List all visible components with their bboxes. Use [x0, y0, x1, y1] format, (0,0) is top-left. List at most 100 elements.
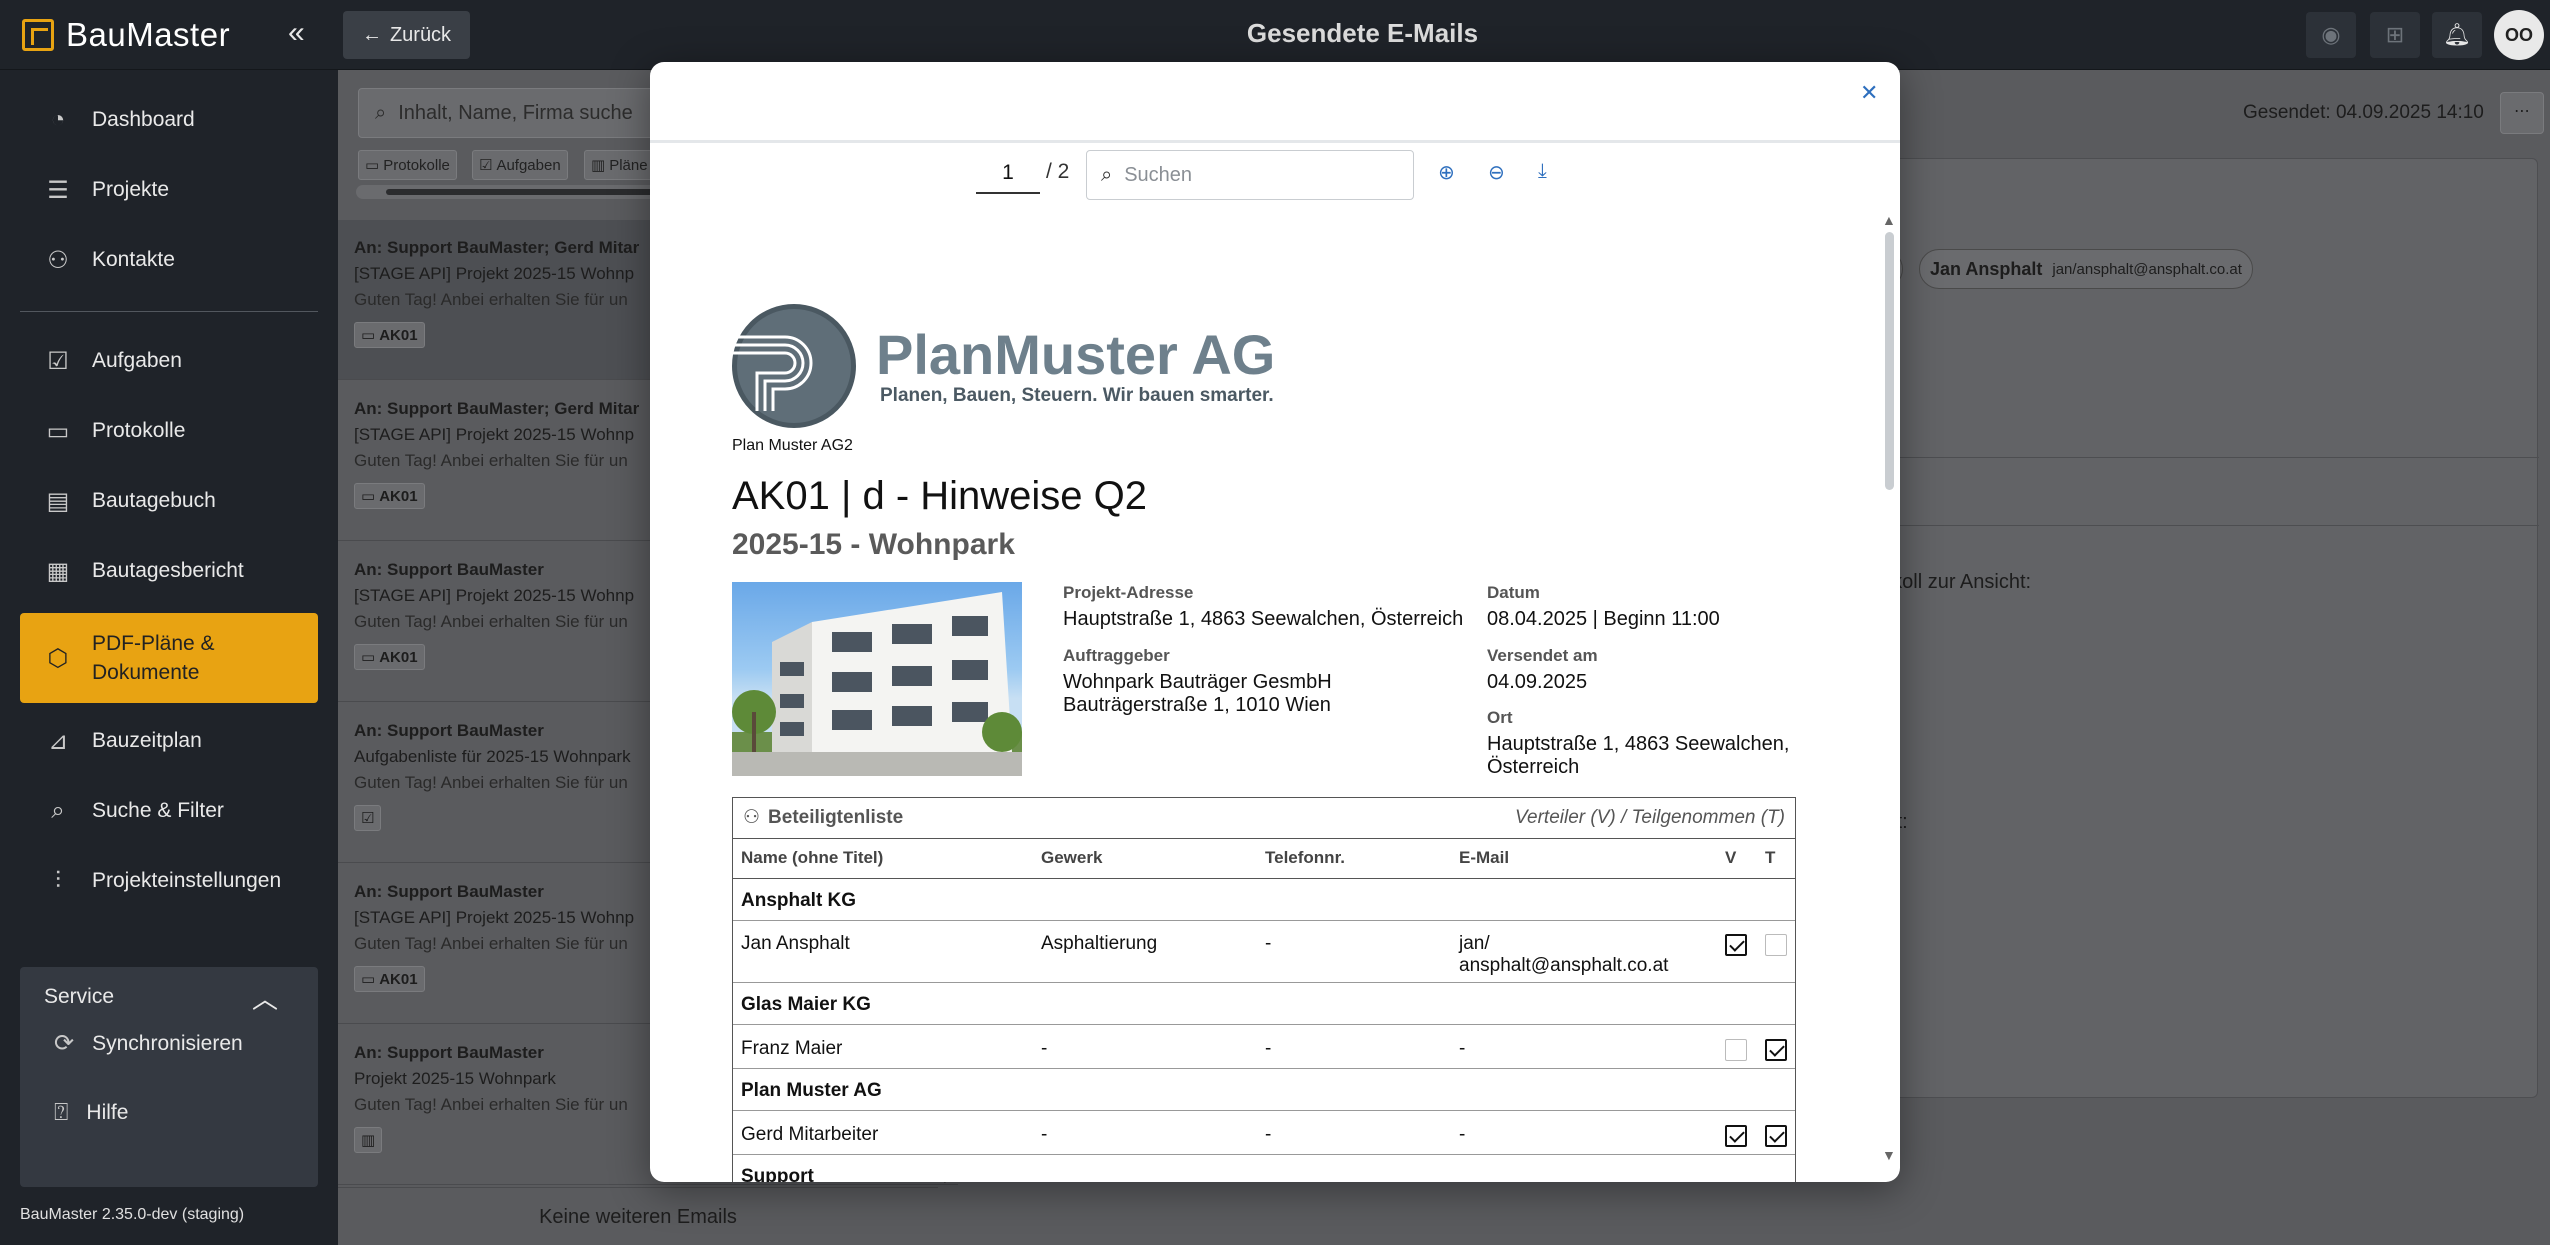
- back-button[interactable]: ← Zurück: [343, 11, 470, 59]
- sidebar-item-projekteinstellungen[interactable]: ⫶ Projekteinstellungen: [20, 852, 318, 910]
- pdf-scrollbar[interactable]: ▲ ▼: [1882, 212, 1896, 1167]
- filter-chip-aufgaben[interactable]: ☑ Aufgaben: [472, 150, 568, 180]
- date-label: Datum: [1487, 583, 1540, 602]
- scrollbar-thumb[interactable]: [1885, 232, 1894, 490]
- email-tag: ▥: [354, 1127, 383, 1153]
- participants-table-header: ⚇ Beteiligtenliste Verteiler (V) / Teilg…: [733, 798, 1795, 839]
- service-item-label: Synchronisieren: [92, 1031, 243, 1055]
- search-icon: ⌕: [1101, 163, 1113, 186]
- row-divider: [733, 1154, 1795, 1155]
- filter-chip-plaene[interactable]: ▥ Pläne: [584, 150, 655, 180]
- service-header[interactable]: Service: [44, 985, 114, 1009]
- email-tag: ▭ AK01: [354, 966, 425, 992]
- page-number-input[interactable]: 1: [976, 152, 1040, 194]
- pdf-search-input[interactable]: ⌕ Suchen: [1086, 150, 1414, 200]
- sidebar-item-bauzeitplan[interactable]: ⊿ Bauzeitplan: [20, 712, 318, 770]
- email-body-text: okoll zur Ansicht:: [1881, 571, 2032, 593]
- email-search-placeholder: Inhalt, Name, Firma suche: [398, 101, 633, 124]
- bell-icon[interactable]: 🔔︎: [2432, 12, 2482, 58]
- service-panel: Service ︿ ⟳ Synchronisieren ⍰ Hilfe: [20, 967, 318, 1187]
- recipient-email: jan/ansphalt@ansphalt.co.at: [2052, 260, 2242, 278]
- scroll-down-arrow-icon[interactable]: ▼: [1882, 1147, 1896, 1163]
- filter-chip-protokolle[interactable]: ▭ Protokolle: [358, 150, 457, 180]
- sidebar: ◔ Dashboard ☰ Projekte ⚇ Kontakte ☑ Aufg…: [0, 70, 338, 1245]
- participant-email: -: [1459, 1038, 1466, 1059]
- sidebar-item-dashboard[interactable]: ◔ Dashboard: [20, 91, 318, 149]
- collapse-sidebar-icon[interactable]: «: [288, 18, 305, 48]
- search-document-icon: ⌕: [51, 797, 65, 824]
- service-item-synchronisieren[interactable]: ⟳ Synchronisieren: [54, 1029, 243, 1058]
- search-icon: ⌕: [375, 101, 387, 124]
- upload-photo-icon[interactable]: ⊞: [2370, 12, 2420, 58]
- participants-title: ⚇ Beteiligtenliste: [743, 806, 903, 829]
- recipient-chip[interactable]: Jan Ansphalt jan/ansphalt@ansphalt.co.at: [1919, 249, 2253, 289]
- email-tag-label: AK01: [379, 648, 418, 666]
- column-header-trade: Gewerk: [1041, 848, 1103, 867]
- baumaster-logo-icon: [22, 19, 54, 51]
- sent-date-value: 04.09.2025: [1487, 671, 1588, 693]
- chevron-up-icon[interactable]: ︿: [252, 979, 278, 1016]
- sidebar-item-aufgaben[interactable]: ☑ Aufgaben: [20, 332, 318, 390]
- participant-email: jan/: [1459, 933, 1490, 954]
- row-divider: [733, 982, 1795, 983]
- document-icon: ▤: [46, 487, 70, 515]
- list-icon: ☰: [47, 176, 69, 204]
- clipboard-icon: ▭: [365, 157, 380, 174]
- column-header-name: Name (ohne Titel): [741, 848, 884, 867]
- divider: [1879, 525, 2539, 526]
- clipboard-check-icon: ☑: [479, 157, 493, 174]
- pdf-search-placeholder: Suchen: [1124, 163, 1193, 186]
- sidebar-item-kontakte[interactable]: ⚇ Kontakte: [20, 231, 318, 289]
- participant-phone: -: [1265, 933, 1272, 954]
- page-total: / 2: [1046, 160, 1070, 183]
- sidebar-item-protokolle[interactable]: ▭ Protokolle: [20, 402, 318, 460]
- no-more-emails: Keine weiteren Emails: [338, 1187, 938, 1245]
- participant-name: Gerd Mitarbeiter: [741, 1124, 879, 1145]
- more-options-button[interactable]: ⋯: [2500, 92, 2544, 134]
- scroll-up-arrow-icon[interactable]: ▲: [1882, 212, 1896, 228]
- scrollbar-thumb[interactable]: [386, 189, 686, 195]
- modal-header-divider: [650, 140, 1900, 143]
- column-header-email: E-Mail: [1459, 848, 1510, 867]
- participant-email-cont: ansphalt@ansphalt.co.at: [1459, 955, 1669, 976]
- sidebar-item-pdf-plaene-dokumente[interactable]: ⬡ PDF-Pläne & Dokumente: [20, 613, 318, 703]
- map-icon: ▥: [361, 1132, 376, 1149]
- close-icon[interactable]: ✕: [1860, 80, 1878, 106]
- app-version: BauMaster 2.35.0-dev (staging): [20, 1206, 245, 1223]
- zoom-out-icon[interactable]: ⊖: [1488, 160, 1505, 185]
- recipient-name: Jan Ansphalt: [1930, 258, 2043, 279]
- sidebar-item-projekte[interactable]: ☰ Projekte: [20, 161, 318, 219]
- address-value: Hauptstraße 1, 4863 Seewalchen, Österrei…: [1063, 608, 1464, 630]
- document-subtitle: 2025-15 - Wohnpark: [732, 528, 1015, 561]
- avatar[interactable]: OO: [2494, 10, 2544, 60]
- person-icon: ⚇: [47, 246, 69, 274]
- camera-icon[interactable]: ◉: [2306, 12, 2356, 58]
- sidebar-item-label: Bauzeitplan: [92, 729, 202, 752]
- gantt-icon: ⊿: [47, 727, 69, 755]
- sidebar-item-label: Bautagebuch: [92, 489, 216, 512]
- sent-timestamp: Gesendet: 04.09.2025 14:10: [2243, 102, 2484, 123]
- sync-icon: ⟳: [54, 1030, 75, 1057]
- page-title: Gesendete E-Mails: [1246, 18, 1479, 48]
- checkbox-v-checked: [1725, 934, 1747, 956]
- sliders-icon: ⫶: [55, 867, 61, 894]
- zoom-in-icon[interactable]: ⊕: [1438, 160, 1455, 185]
- row-divider: [733, 1024, 1795, 1025]
- sidebar-divider: [20, 311, 318, 312]
- email-tag: ▭ AK01: [354, 644, 425, 670]
- participant-trade: Asphaltierung: [1041, 933, 1158, 954]
- email-detail-card: Jan Ansphalt jan/ansphalt@ansphalt.co.at…: [1878, 158, 2539, 1098]
- email-tag: ▭ AK01: [354, 483, 425, 509]
- company-slogan: Planen, Bauen, Steuern. Wir bauen smarte…: [880, 385, 1274, 406]
- sidebar-item-suche-filter[interactable]: ⌕ Suche & Filter: [20, 782, 318, 840]
- email-tag-label: AK01: [379, 326, 418, 344]
- sidebar-item-bautagesbericht[interactable]: ▦ Bautagesbericht: [20, 542, 318, 600]
- brand[interactable]: BauMaster: [22, 14, 230, 56]
- back-button-label: Zurück: [389, 23, 452, 46]
- service-item-hilfe[interactable]: ⍰ Hilfe: [54, 1099, 128, 1127]
- download-icon[interactable]: ⤓: [1538, 160, 1547, 183]
- client-label: Auftraggeber: [1063, 646, 1170, 665]
- participant-email: -: [1459, 1124, 1466, 1145]
- sidebar-item-bautagebuch[interactable]: ▤ Bautagebuch: [20, 472, 318, 530]
- pdf-preview-modal: ✕ 1 / 2 ⌕ Suchen ⊕ ⊖ ⤓ ▲ ▼ PlanMuster AG…: [650, 62, 1900, 1182]
